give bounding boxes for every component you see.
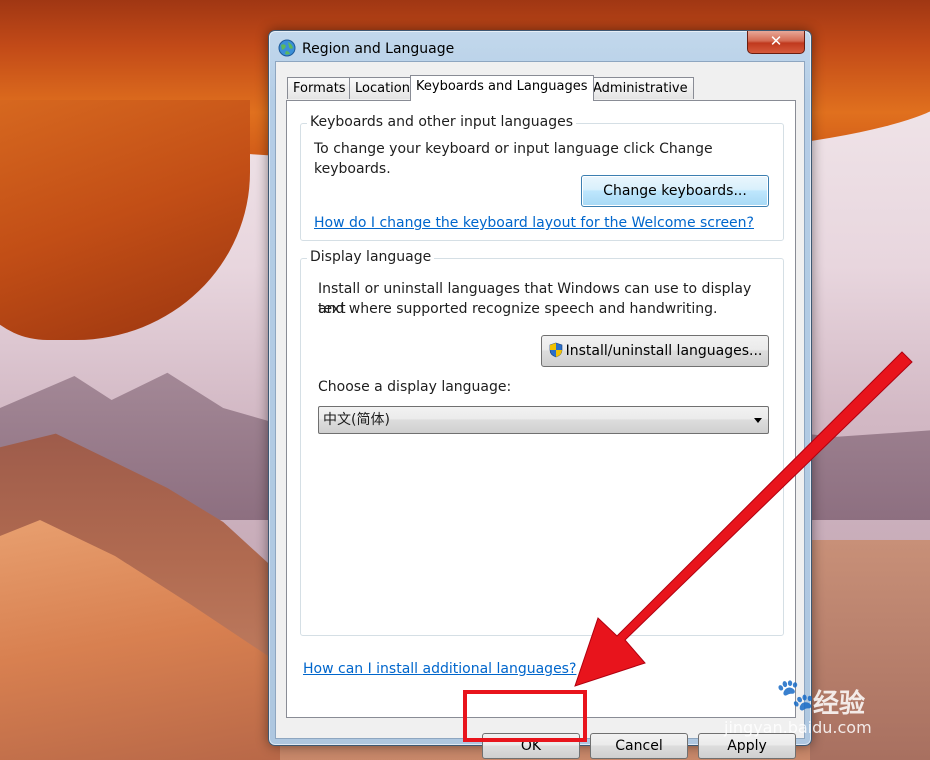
dropdown-arrow-icon [754,418,762,423]
display-language-select[interactable]: 中文(简体) [318,406,769,434]
cancel-button[interactable]: Cancel [590,733,688,759]
baidu-watermark: Bai🐾 经验 jingyan.baidu.com [718,676,918,746]
close-button[interactable]: ✕ [747,31,805,54]
uac-shield-icon [549,342,562,358]
watermark-url: jingyan.baidu.com [724,718,872,737]
region-language-dialog: Region and Language ✕ Formats Location K… [268,30,812,759]
globe-icon [278,39,296,57]
tab-location[interactable]: Location [349,77,416,99]
tab-administrative[interactable]: Administrative [587,77,694,99]
display-language-value: 中文(简体) [323,412,390,428]
watermark-sub: 经验 [813,689,866,719]
rock-arch-left [0,100,250,340]
change-keyboards-button[interactable]: Change keyboards... [581,175,769,207]
welcome-screen-keyboard-link[interactable]: How do I change the keyboard layout for … [314,215,754,231]
close-icon: ✕ [769,32,783,50]
install-uninstall-languages-button[interactable]: Install/uninstall languages... [541,335,769,367]
dialog-client-area: Formats Location Keyboards and Languages… [275,61,805,759]
watermark-brand: Bai🐾 [718,677,816,713]
display-language-group-title: Display language [307,249,435,265]
install-uninstall-label: Install/uninstall languages... [565,343,763,359]
display-description-line2: and where supported recognize speech and… [318,301,718,317]
keyboards-description: To change your keyboard or input languag… [314,141,713,177]
tab-panel: Keyboards and other input languages To c… [286,100,796,718]
tab-formats[interactable]: Formats [287,77,352,99]
choose-display-language-label: Choose a display language: [318,379,512,395]
tab-keyboards-and-languages[interactable]: Keyboards and Languages [410,75,594,101]
display-language-group: Display language Install or uninstall la… [300,249,784,636]
window-title: Region and Language [302,41,455,57]
keyboards-group: Keyboards and other input languages To c… [300,114,784,241]
ok-highlight-box [463,690,587,742]
install-additional-languages-link[interactable]: How can I install additional languages? [303,661,576,677]
keyboards-group-title: Keyboards and other input languages [307,114,577,130]
